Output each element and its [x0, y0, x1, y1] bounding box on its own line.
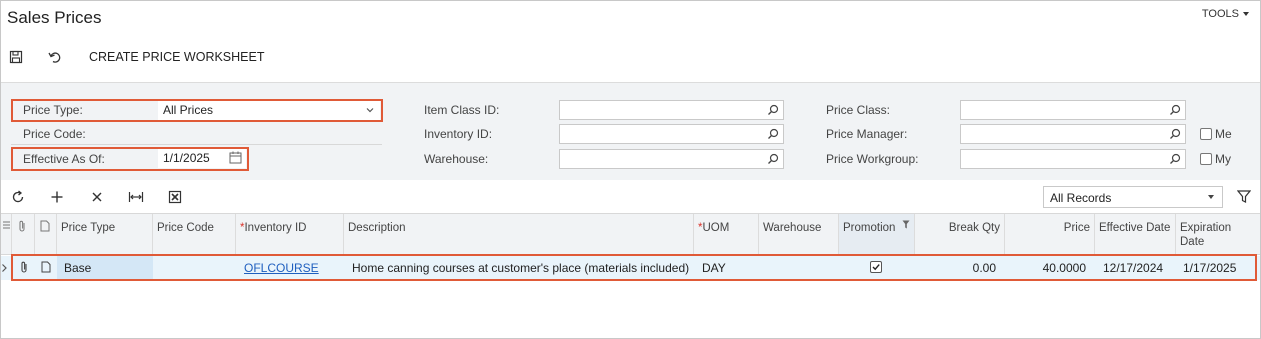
effective-as-of-highlight — [11, 147, 249, 171]
note-icon — [40, 220, 50, 232]
records-filter-value: All Records — [1050, 191, 1112, 205]
notes-header — [35, 214, 57, 255]
col-header-break-qty[interactable]: Break Qty — [915, 214, 1005, 255]
col-header-warehouse[interactable]: Warehouse — [759, 214, 839, 255]
col-header-price-type[interactable]: Price Type — [57, 214, 153, 255]
add-icon[interactable] — [49, 189, 65, 205]
divider — [11, 144, 382, 145]
my-checkbox[interactable] — [1200, 153, 1212, 165]
search-icon[interactable] — [767, 128, 779, 143]
price-workgroup-label: Price Workgroup: — [826, 152, 919, 166]
price-class-input[interactable] — [960, 100, 1186, 120]
page-title: Sales Prices — [7, 8, 102, 27]
search-icon[interactable] — [1169, 128, 1181, 143]
tools-label: TOOLS — [1201, 8, 1239, 20]
col-header-uom-label: UOM — [702, 222, 730, 234]
grid-toolbar: All Records — [1, 180, 1260, 213]
attachment-header — [12, 214, 35, 255]
col-header-uom[interactable]: *UOM — [694, 214, 759, 255]
col-header-expiration-date[interactable]: Expiration Date — [1176, 214, 1260, 255]
col-header-price[interactable]: Price — [1005, 214, 1095, 255]
fit-columns-icon[interactable] — [128, 189, 144, 205]
col-header-effective-date[interactable]: Effective Date — [1095, 214, 1176, 255]
price-class-label: Price Class: — [826, 103, 891, 117]
chevron-down-icon — [1243, 12, 1249, 17]
inventory-id-label: Inventory ID: — [424, 127, 493, 141]
price-manager-input[interactable] — [960, 124, 1186, 144]
paperclip-icon — [19, 220, 25, 232]
column-filter-icon[interactable] — [902, 219, 910, 233]
price-code-label: Price Code: — [23, 127, 86, 141]
delete-icon[interactable] — [89, 189, 105, 205]
main-toolbar: CREATE PRICE WORKSHEET — [0, 45, 1261, 69]
my-label: My — [1215, 152, 1231, 166]
filter-icon[interactable] — [1236, 190, 1252, 206]
col-header-inventory-id[interactable]: *Inventory ID — [236, 214, 344, 255]
price-type-highlight — [11, 99, 383, 122]
warehouse-input[interactable] — [559, 149, 784, 169]
search-icon[interactable] — [767, 104, 779, 119]
save-icon[interactable] — [8, 49, 24, 65]
refresh-icon[interactable] — [10, 189, 26, 205]
undo-icon[interactable] — [47, 49, 63, 65]
search-icon[interactable] — [1169, 153, 1181, 168]
col-header-inventory-id-label: Inventory ID — [244, 222, 307, 234]
me-label: Me — [1215, 127, 1232, 141]
chevron-down-icon — [1208, 195, 1214, 199]
item-class-id-label: Item Class ID: — [424, 103, 500, 117]
price-workgroup-input[interactable] — [960, 149, 1186, 169]
search-icon[interactable] — [1169, 104, 1181, 119]
records-filter-select[interactable]: All Records — [1043, 186, 1223, 208]
col-header-description[interactable]: Description — [344, 214, 694, 255]
list-icon — [3, 221, 10, 229]
inventory-id-input[interactable] — [559, 124, 784, 144]
create-price-worksheet-button[interactable]: CREATE PRICE WORKSHEET — [89, 50, 264, 64]
grid-header: Price Type Price Code *Inventory ID Desc… — [1, 213, 1260, 255]
tools-menu[interactable]: TOOLS — [1202, 8, 1249, 20]
col-header-promotion-label: Promotion — [843, 222, 896, 234]
price-manager-label: Price Manager: — [826, 127, 908, 141]
row-selector-header — [1, 214, 12, 255]
col-header-promotion[interactable]: Promotion — [839, 214, 915, 255]
row-expand-icon[interactable] — [1, 262, 8, 276]
col-header-price-code[interactable]: Price Code — [153, 214, 236, 255]
row-highlight — [11, 254, 1257, 281]
item-class-id-input[interactable] — [559, 100, 784, 120]
excel-export-icon[interactable] — [167, 189, 183, 205]
warehouse-label: Warehouse: — [424, 152, 489, 166]
me-checkbox[interactable] — [1200, 128, 1212, 140]
search-icon[interactable] — [767, 153, 779, 168]
